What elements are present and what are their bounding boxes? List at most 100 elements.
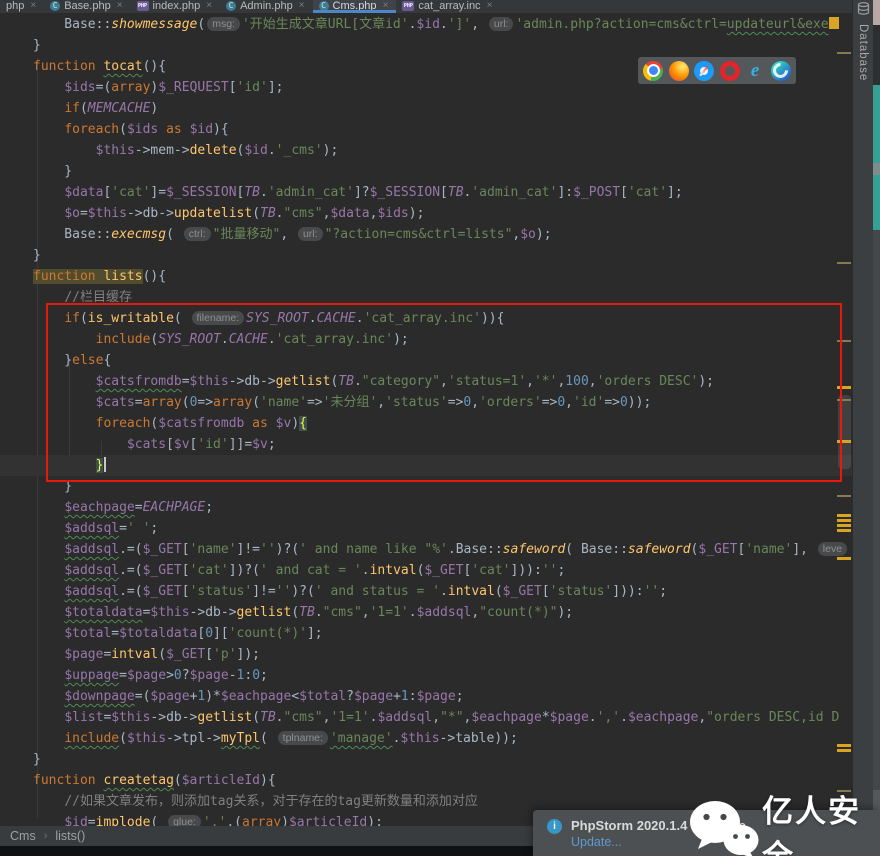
code-token: $data	[330, 206, 370, 221]
code-token: tocat	[103, 59, 143, 74]
code-line[interactable]: function lists(){	[0, 266, 852, 287]
code-line[interactable]: $uppage=$page>0?$page-1:0;	[0, 665, 852, 686]
code-line[interactable]: Base::execmsg( ctrl: "批量移动", url: "?action…	[0, 224, 852, 245]
close-tab-icon[interactable]: ×	[30, 0, 36, 11]
code-token: ]=	[150, 185, 167, 200]
code-line[interactable]: $addsql.=($_GET['name']!='')?(' and name…	[0, 539, 852, 560]
breadcrumb-method[interactable]: lists()	[55, 829, 85, 843]
database-tool-button[interactable]: Database	[853, 0, 873, 81]
code-line[interactable]: function createtag($articleId){	[0, 770, 852, 791]
code-line[interactable]: include(SYS_ROOT.CACHE.'cat_array.inc');	[0, 329, 852, 350]
breadcrumb-class[interactable]: Cms	[10, 829, 36, 843]
firefox-browser-icon[interactable]	[668, 60, 689, 81]
code-token: .	[439, 17, 448, 32]
code-line[interactable]: if(MEMCACHE)	[0, 98, 852, 119]
code-token: 'orders DESC'	[596, 374, 699, 389]
code-token: }	[33, 164, 73, 179]
code-token: ;	[557, 563, 566, 578]
code-token: function	[33, 269, 104, 284]
code-token: )	[291, 416, 300, 431]
tab-php[interactable]: php ×	[0, 0, 44, 13]
code-line[interactable]: $addsql.=($_GET['status']!='')?(' and st…	[0, 581, 852, 602]
update-notification[interactable]: i PhpStorm 2020.1.4 available Update...	[533, 810, 880, 856]
code-line[interactable]: $total=$totaldata[0]['count(*)'];	[0, 623, 852, 644]
code-line[interactable]: if(is_writable( filename: SYS_ROOT.CACHE.…	[0, 308, 852, 329]
code-token: as	[244, 416, 276, 431]
code-line[interactable]: Base::showmessage(msg: '开始生成文章URL[文章id'.$…	[0, 14, 852, 35]
close-tab-icon[interactable]: ×	[383, 0, 389, 11]
code-token: lists	[103, 269, 143, 284]
code-line[interactable]: //栏目缓存	[0, 287, 852, 308]
editor-scrollbar-thumb[interactable]	[838, 395, 851, 469]
code-token: $this	[150, 605, 190, 620]
code-token: 'manage'	[329, 731, 393, 746]
code-line[interactable]: }	[0, 35, 852, 56]
code-editor[interactable]: Base::showmessage(msg: '开始生成文章URL[文章id'.$…	[0, 13, 852, 826]
close-tab-icon[interactable]: ×	[299, 0, 305, 11]
code-token: =	[134, 500, 143, 515]
edge-browser-icon[interactable]	[769, 59, 792, 82]
code-line[interactable]: $eachpage=EACHPAGE;	[0, 497, 852, 518]
code-line[interactable]: $data['cat']=$_SESSION[TB.'admin_cat']?$…	[0, 182, 852, 203]
code-line[interactable]: }	[0, 161, 852, 182]
code-token: }	[33, 248, 41, 263]
code-token: ])):	[612, 584, 644, 599]
code-token: $addsql	[377, 710, 433, 725]
code-line[interactable]: }	[0, 476, 852, 497]
code-line[interactable]: $this->mem->delete($id.'_cms');	[0, 140, 852, 161]
code-line[interactable]: foreach($catsfromdb as $v){	[0, 413, 852, 434]
code-line[interactable]: $list=$this->db->getlist(TB."cms",'1=1'.…	[0, 707, 852, 728]
chrome-browser-icon[interactable]	[643, 60, 664, 81]
ie-browser-icon[interactable]: e	[745, 60, 765, 81]
code-token: showmessage	[111, 17, 198, 32]
code-line[interactable]: $catsfromdb=$this->db->getlist(TB."categ…	[0, 371, 852, 392]
code-line[interactable]: }	[0, 245, 852, 266]
code-line[interactable]: $page=intval($_GET['p']);	[0, 644, 852, 665]
code-token: .	[267, 143, 276, 158]
code-line[interactable]: //如果文章发布，则添加tag关系，对于存在的tag更新数量和添加对应	[0, 791, 852, 812]
code-token: 100	[565, 374, 589, 389]
code-line[interactable]: $cats[$v['id']]=$v;	[0, 434, 852, 455]
code-token: $_GET	[424, 563, 464, 578]
code-line[interactable]: $addsql=' ';	[0, 518, 852, 539]
php-file-icon: PHP	[136, 0, 149, 11]
code-token: $ids	[126, 122, 159, 137]
tab-cms-php[interactable]: C Cms.php ×	[312, 0, 397, 13]
code-line[interactable]: $cats=array(0=>array('name'=>'未分组','stat…	[0, 392, 852, 413]
code-token: .	[440, 584, 448, 599]
tab-cat_array-inc[interactable]: PHP cat_array.inc ×	[396, 0, 500, 13]
php-class-icon: C	[226, 0, 237, 11]
code-line[interactable]: include($this->tpl->myTpl( tplname:'mana…	[0, 728, 852, 749]
code-line[interactable]: $downpage=($page+1)*$eachpage<$total?$pa…	[0, 686, 852, 707]
code-line[interactable]: foreach($ids as $id){	[0, 119, 852, 140]
code-token: (	[79, 101, 88, 116]
tab-base-php[interactable]: C Base.php ×	[44, 0, 130, 13]
code-token: $this	[189, 374, 229, 389]
close-tab-icon[interactable]: ×	[487, 0, 493, 11]
code-line[interactable]: $totaldata=$this->db->getlist(TB."cms",'…	[0, 602, 852, 623]
tab-admin-php[interactable]: C Admin.php ×	[220, 0, 312, 13]
code-line[interactable]: $addsql.=($_GET['cat'])?(' and cat = '.i…	[0, 560, 852, 581]
code-line[interactable]: }	[0, 455, 852, 476]
code-token: )?(	[291, 584, 315, 599]
code-line[interactable]: }else{	[0, 350, 852, 371]
update-link[interactable]: Update...	[571, 834, 746, 851]
code-token: .	[588, 710, 597, 725]
close-tab-icon[interactable]: ×	[117, 0, 123, 11]
tab-index-php[interactable]: PHP index.php ×	[131, 0, 221, 13]
opera-browser-icon[interactable]	[719, 60, 740, 81]
edge-segment	[873, 25, 880, 85]
code-token: );	[367, 815, 383, 826]
code-token: $addsql	[64, 521, 120, 536]
code-token: 'status'	[549, 584, 613, 599]
code-token: SYS_ROOT	[158, 332, 221, 347]
close-tab-icon[interactable]: ×	[206, 0, 212, 11]
safari-browser-icon[interactable]	[694, 60, 715, 81]
code-token: $_GET	[142, 542, 182, 557]
code-line[interactable]: $o=$this->db->updatelist(TB."cms",$data,…	[0, 203, 852, 224]
code-token: )	[150, 101, 159, 116]
code-line[interactable]: }	[0, 749, 852, 770]
